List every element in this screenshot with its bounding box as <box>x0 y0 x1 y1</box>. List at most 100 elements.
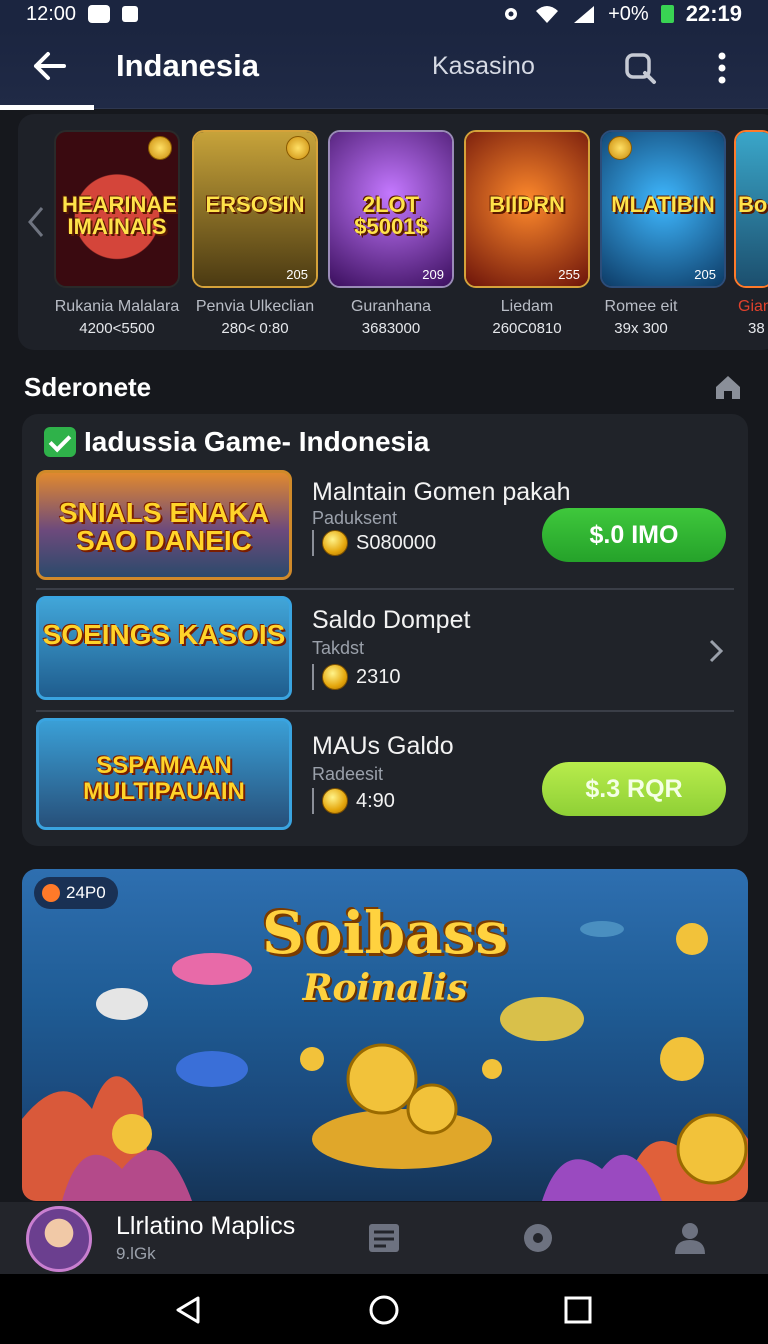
row-amount: 2310 <box>312 664 401 690</box>
tab-kasasino[interactable]: Kasasino <box>432 52 535 81</box>
list-header-title: Iadussia Game- Indonesia <box>84 426 430 457</box>
game-range: 39x 300 <box>614 320 668 337</box>
user-name: Llrlatino Maplics <box>116 1212 296 1240</box>
amount-value: S080000 <box>356 531 437 554</box>
game-range: 38 <box>748 320 765 337</box>
thumbnail-art-title: SOEINGS KASOIS <box>42 619 286 650</box>
play-button[interactable]: $.3 RQR <box>542 762 726 816</box>
divider <box>36 710 734 712</box>
settings-icon <box>505 8 518 20</box>
divider <box>312 530 314 556</box>
tab-indicator <box>0 105 94 110</box>
signal-icon <box>574 6 595 23</box>
divider <box>36 588 734 590</box>
coin-icon <box>608 136 632 160</box>
back-arrow-icon[interactable] <box>30 46 70 86</box>
row-subtitle: Takdst <box>312 638 365 658</box>
chevron-left-icon[interactable] <box>24 202 48 242</box>
game-art-title: 2LOT $5001$ <box>354 192 428 239</box>
game-card-3[interactable]: 2LOT $5001$ 209 <box>328 130 454 288</box>
game-name: Penvia Ulkeclian <box>195 298 315 315</box>
status-time: 12:00 <box>26 2 77 25</box>
row-title: MAUs Galdo <box>312 732 454 760</box>
game-art-title: ERSOSIN <box>205 192 305 217</box>
recents-square-icon[interactable] <box>562 1294 594 1326</box>
page-title: Indanesia <box>116 48 259 83</box>
chevron-right-icon[interactable] <box>708 638 724 664</box>
row-amount: S080000 <box>312 530 436 556</box>
game-art-title: BIIDRN <box>489 192 565 217</box>
coin-icon <box>148 136 172 160</box>
amount-value: 2310 <box>356 665 401 688</box>
promo-banner[interactable]: 24P0 Soibass Roinalis <box>22 869 748 1201</box>
game-art-title: HEARINAEL IMAINAIS <box>62 192 180 239</box>
home-circle-icon[interactable] <box>368 1294 400 1326</box>
row-title: Malntain Gomen pakah <box>312 478 571 506</box>
divider <box>312 664 314 690</box>
promo-subtitle: Roinalis <box>302 967 468 1009</box>
status-bar: 12:00 +0% 22:19 <box>0 0 768 28</box>
search-icon[interactable] <box>622 50 658 86</box>
game-card-5[interactable]: MLATIBIN 205 <box>600 130 726 288</box>
battery-percent: +0% <box>608 2 649 25</box>
game-art-title: Bo <box>738 192 768 217</box>
game-card-6[interactable]: Bo <box>734 130 768 288</box>
row-amount: 4:90 <box>312 788 395 814</box>
app-bar: Indanesia Kasasino <box>0 28 768 110</box>
game-thumbnail[interactable]: SSPAMAAN MULTIPAUAIN <box>36 718 292 830</box>
game-name: Guranhana <box>350 298 432 315</box>
list-item[interactable]: SSPAMAAN MULTIPAUAIN MAUs Galdo Radeesit… <box>36 718 734 832</box>
game-count: 255 <box>558 267 580 282</box>
list-item[interactable]: SOEINGS KASOIS Saldo Dompet Takdst 2310 <box>36 596 734 702</box>
status-clock: 22:19 <box>685 1 742 26</box>
thumbnail-art-title: SNIALS ENAKA SAO DANEIC <box>58 497 269 556</box>
game-range: 3683000 <box>361 320 421 337</box>
check-icon <box>44 427 76 457</box>
divider <box>312 788 314 814</box>
game-name: Romee eit <box>604 298 678 315</box>
navigation-app-icon <box>88 5 111 23</box>
coin-icon <box>286 136 310 160</box>
game-list-panel: Iadussia Game- Indonesia SNIALS ENAKA SA… <box>22 414 748 846</box>
back-triangle-icon[interactable] <box>172 1294 204 1326</box>
section-title: Sderonete <box>24 372 152 402</box>
game-name: Gian <box>738 298 768 315</box>
coin-icon <box>322 788 348 814</box>
list-header: Iadussia Game- Indonesia <box>44 426 429 458</box>
amount-value: 4:90 <box>356 789 395 812</box>
game-range: 4200<5500 <box>79 320 155 337</box>
wifi-icon <box>536 6 559 23</box>
coin-icon <box>322 530 348 556</box>
game-carousel[interactable]: HEARINAEL IMAINAIS Rukania Malalara 4200… <box>18 114 768 350</box>
game-art-title: MLATIBIN <box>611 192 715 217</box>
notification-app-icon <box>122 6 139 22</box>
game-name: Rukania Malalara <box>54 298 180 315</box>
game-count: 209 <box>422 267 444 282</box>
game-count: 205 <box>694 267 716 282</box>
row-subtitle: Paduksent <box>312 508 398 528</box>
game-card-1[interactable]: HEARINAEL IMAINAIS <box>54 130 180 288</box>
bottom-bar: Llrlatino Maplics 9.lGk <box>0 1202 768 1274</box>
game-card-2[interactable]: ERSOSIN 205 <box>192 130 318 288</box>
play-button[interactable]: $.0 IMO <box>542 508 726 562</box>
user-subtitle: 9.lGk <box>116 1244 156 1263</box>
game-thumbnail[interactable]: SOEINGS KASOIS <box>36 596 292 700</box>
profile-icon[interactable] <box>672 1220 708 1256</box>
gear-icon[interactable] <box>520 1220 556 1256</box>
system-nav-bar <box>0 1274 768 1344</box>
game-card-4[interactable]: BIIDRN 255 <box>464 130 590 288</box>
battery-icon <box>660 5 674 23</box>
game-count: 205 <box>286 267 308 282</box>
more-vert-icon[interactable] <box>712 50 732 86</box>
game-range: 280< 0:80 <box>221 320 289 337</box>
promo-title: Soibass <box>261 899 509 967</box>
coin-icon <box>322 664 348 690</box>
avatar[interactable] <box>26 1206 92 1272</box>
list-icon[interactable] <box>366 1220 402 1256</box>
thumbnail-art-title: SSPAMAAN MULTIPAUAIN <box>83 752 245 805</box>
game-thumbnail[interactable]: SNIALS ENAKA SAO DANEIC <box>36 470 292 580</box>
home-icon[interactable] <box>714 374 742 400</box>
row-title: Saldo Dompet <box>312 606 471 634</box>
list-item[interactable]: SNIALS ENAKA SAO DANEIC Malntain Gomen p… <box>36 470 734 582</box>
row-subtitle: Radeesit <box>312 764 384 784</box>
